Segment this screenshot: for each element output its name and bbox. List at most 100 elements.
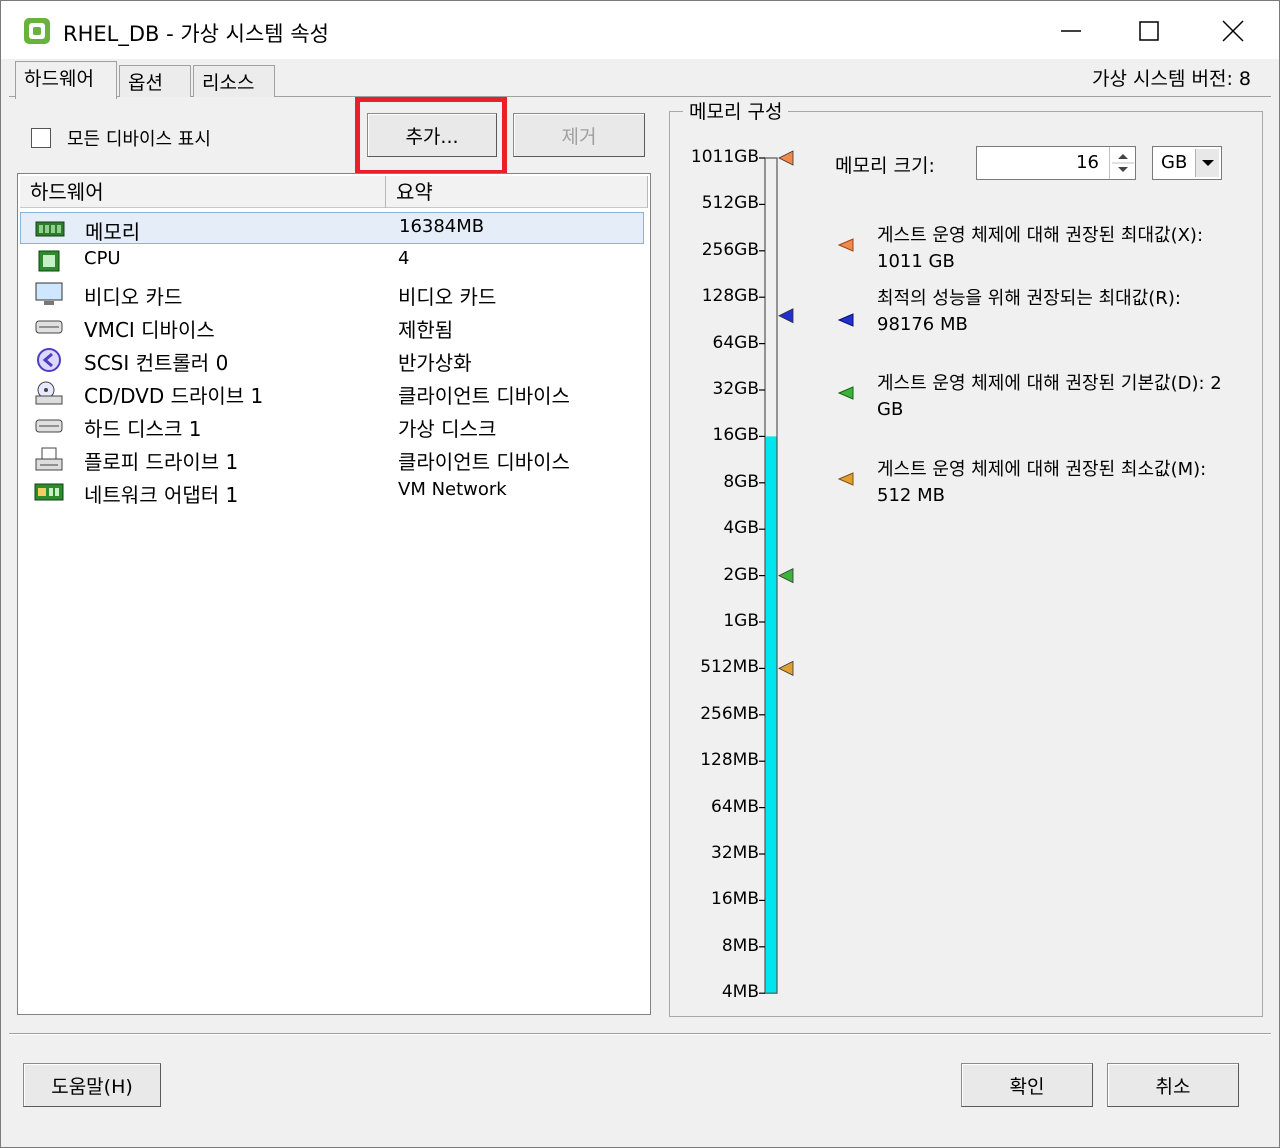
column-header-summary[interactable]: 요약 bbox=[386, 176, 648, 208]
scale-label: 256MB bbox=[700, 703, 759, 724]
hardware-row-vmci-device[interactable]: VMCI 디바이스 제한됨 bbox=[20, 311, 644, 343]
scale-label: 512MB bbox=[700, 657, 759, 678]
green-marker-icon bbox=[837, 386, 854, 400]
hardware-name: 비디오 카드 bbox=[84, 285, 183, 309]
tab-options[interactable]: 옵션 bbox=[119, 65, 191, 97]
hardware-summary: 4 bbox=[398, 248, 410, 269]
minimize-icon bbox=[1061, 30, 1081, 32]
hardware-row-video-card[interactable]: 비디오 카드 비디오 카드 bbox=[20, 278, 644, 310]
memory-unit-value: GB bbox=[1161, 152, 1188, 173]
hardware-name: VMCI 디바이스 bbox=[84, 318, 215, 342]
hardware-row-floppy-drive[interactable]: 플로피 드라이브 1 클라이언트 디바이스 bbox=[20, 443, 644, 475]
scale-label: 32MB bbox=[711, 843, 759, 863]
scale-label: 1GB bbox=[723, 611, 759, 631]
show-all-devices-label: 모든 디바이스 표시 bbox=[67, 129, 211, 150]
scale-label: 16GB bbox=[712, 425, 759, 446]
chevron-down-icon bbox=[1202, 160, 1214, 166]
dropdown-button[interactable] bbox=[1195, 149, 1219, 177]
close-icon bbox=[1222, 20, 1244, 42]
legend-max-recommended: 게스트 운영 체제에 대해 권장된 최대값(X): 1011 GB bbox=[835, 223, 1235, 279]
memory-marker bbox=[778, 660, 794, 677]
scale-label: 2GB bbox=[723, 564, 759, 585]
memory-marker bbox=[778, 150, 794, 166]
memory-marker bbox=[778, 308, 794, 324]
title-bar: RHEL_DB - 가상 시스템 속성 bbox=[1, 1, 1279, 59]
cd-icon bbox=[35, 381, 63, 405]
scale-label: 16MB bbox=[711, 889, 759, 910]
legend-default: 게스트 운영 체제에 대해 권장된 기본값(D): 2 GB bbox=[835, 371, 1235, 427]
hardware-row-network-adapter[interactable]: 네트워크 어댑터 1 VM Network bbox=[20, 476, 644, 508]
memory-fill bbox=[765, 436, 777, 994]
scale-label: 64MB bbox=[711, 796, 759, 817]
memory-marker bbox=[778, 567, 794, 584]
memory-size-value[interactable]: 16 bbox=[1076, 152, 1099, 173]
hardware-list-header: 하드웨어 요약 bbox=[20, 176, 648, 208]
hardware-row-cpu[interactable]: CPU 4 bbox=[20, 245, 644, 277]
scale-label: 128MB bbox=[700, 750, 759, 771]
hardware-summary: 비디오 카드 bbox=[398, 285, 497, 309]
legend-text: 최적의 성능을 위해 권장되는 최대값(R): 98176 MB bbox=[877, 288, 1181, 335]
hardware-row-memory[interactable]: 메모리 16384MB bbox=[20, 212, 644, 244]
hardware-summary: 16384MB bbox=[399, 216, 485, 237]
floppy-icon bbox=[35, 447, 63, 471]
memory-size-spinner[interactable]: 16 bbox=[976, 146, 1136, 180]
memory-icon bbox=[35, 221, 65, 237]
vm-version-label: 가상 시스템 버전: 8 bbox=[1092, 68, 1251, 90]
hardware-summary: 클라이언트 디바이스 bbox=[398, 384, 570, 408]
hardware-row-scsi-controller[interactable]: SCSI 컨트롤러 0 반가상화 bbox=[20, 344, 644, 376]
tab-resources[interactable]: 리소스 bbox=[193, 65, 275, 97]
legend-text: 게스트 운영 체제에 대해 권장된 최대값(X): 1011 GB bbox=[877, 225, 1204, 272]
minimize-button[interactable] bbox=[1041, 9, 1101, 53]
spinner-arrows[interactable] bbox=[1109, 147, 1135, 179]
hardware-list[interactable]: 하드웨어 요약 메모리 16384MB CPU 4 비디오 카드 비디오 카드 … bbox=[17, 173, 651, 1015]
scale-label: 512GB bbox=[701, 193, 759, 214]
network-icon bbox=[34, 483, 64, 501]
memory-config-title: 메모리 구성 bbox=[683, 97, 789, 124]
column-header-hardware[interactable]: 하드웨어 bbox=[20, 176, 386, 208]
vm-properties-window: RHEL_DB - 가상 시스템 속성 하드웨어 옵션 리소스 가상 시스템 버… bbox=[0, 0, 1280, 1148]
hardware-summary: VM Network bbox=[398, 479, 507, 500]
memory-unit-select[interactable]: GB bbox=[1152, 146, 1222, 180]
blue-marker-icon bbox=[837, 313, 854, 327]
hardware-summary: 제한됨 bbox=[398, 318, 454, 342]
close-button[interactable] bbox=[1203, 9, 1263, 53]
checkbox-box[interactable] bbox=[31, 128, 51, 148]
ok-button[interactable]: 확인 bbox=[961, 1063, 1093, 1107]
hardware-name: SCSI 컨트롤러 0 bbox=[84, 351, 229, 375]
cancel-button[interactable]: 취소 bbox=[1107, 1063, 1239, 1107]
remove-button[interactable]: 제거 bbox=[513, 113, 645, 157]
scale-label: 4GB bbox=[723, 518, 759, 539]
scale-label: 32GB bbox=[712, 379, 759, 399]
memory-scale-bar[interactable] bbox=[759, 141, 799, 1011]
device-icon bbox=[35, 320, 63, 334]
scale-label: 8MB bbox=[721, 935, 759, 956]
hardware-row-cd-dvd-drive[interactable]: CD/DVD 드라이브 1 클라이언트 디바이스 bbox=[20, 377, 644, 409]
footer-divider bbox=[9, 1033, 1271, 1035]
maximize-icon bbox=[1139, 21, 1159, 41]
hardware-row-hard-disk[interactable]: 하드 디스크 1 가상 디스크 bbox=[20, 410, 644, 442]
memory-size-label: 메모리 크기: bbox=[835, 155, 935, 177]
hardware-summary: 반가상화 bbox=[398, 351, 472, 375]
window-title: RHEL_DB - 가상 시스템 속성 bbox=[63, 22, 329, 46]
yellow-marker-icon bbox=[837, 472, 854, 486]
hardware-name: 하드 디스크 1 bbox=[84, 417, 202, 441]
scale-label: 64GB bbox=[712, 332, 759, 353]
hardware-summary: 가상 디스크 bbox=[398, 417, 497, 441]
orange-marker-icon bbox=[837, 238, 854, 252]
spinner-up-down-icon[interactable] bbox=[1110, 147, 1136, 179]
scale-label: 256GB bbox=[701, 239, 759, 260]
monitor-icon bbox=[35, 282, 63, 305]
scale-label: 4MB bbox=[721, 982, 759, 1003]
hardware-summary: 클라이언트 디바이스 bbox=[398, 450, 570, 474]
cpu-icon bbox=[38, 250, 60, 272]
show-all-devices-checkbox[interactable]: 모든 디바이스 표시 bbox=[31, 125, 211, 151]
tab-hardware[interactable]: 하드웨어 bbox=[15, 61, 117, 99]
legend-minimum: 게스트 운영 체제에 대해 권장된 최소값(M): 512 MB bbox=[835, 457, 1235, 513]
scale-label: 8GB bbox=[723, 471, 759, 492]
hardware-name: CPU bbox=[84, 248, 121, 269]
hardware-name: 네트워크 어댑터 1 bbox=[84, 483, 239, 507]
maximize-button[interactable] bbox=[1119, 9, 1179, 53]
legend-text: 게스트 운영 체제에 대해 권장된 최소값(M): 512 MB bbox=[877, 459, 1207, 506]
add-button-highlight bbox=[355, 97, 507, 175]
help-button[interactable]: 도움말(H) bbox=[23, 1063, 161, 1107]
